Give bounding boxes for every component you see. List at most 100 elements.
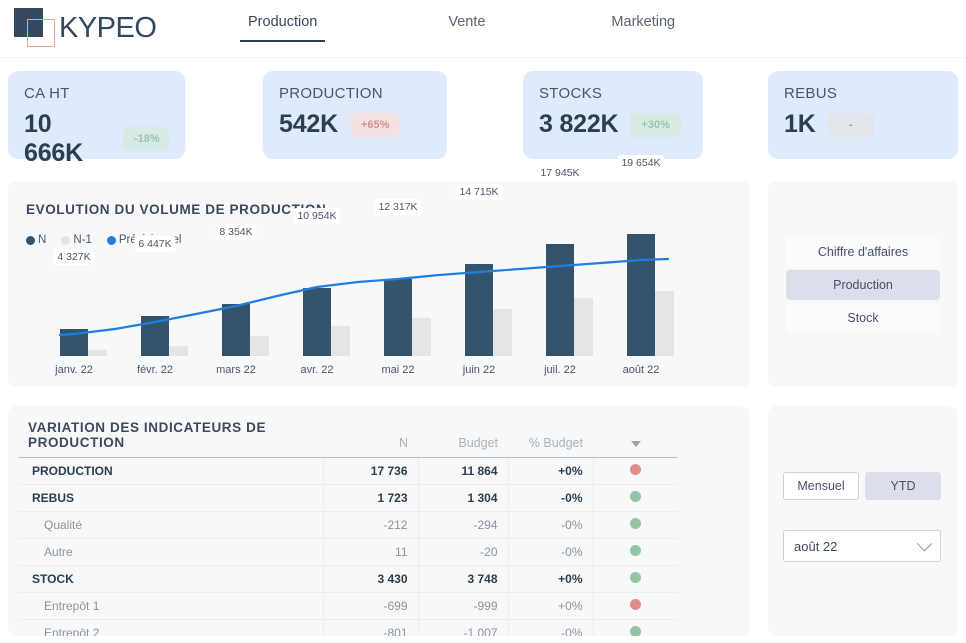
row-pct: -0% [507,538,593,566]
row-n: 11 [322,538,418,566]
chevron-down-icon [916,535,933,551]
nav-tab-production[interactable]: Production [240,14,326,42]
bar-value-label: 6 447K [134,236,176,252]
status-dot-green-icon [630,626,642,636]
period-filter-panel: Mensuel YTD août 22 [768,406,958,636]
column-header-n[interactable]: N [323,420,418,458]
row-pct: -0% [507,511,593,539]
row-budget: -20 [417,538,508,566]
x-axis-label: juil. 22 [544,364,576,376]
view-option-production[interactable]: Production [786,270,940,300]
row-pct: -0% [507,619,593,636]
table-row[interactable]: Autre 11 -20 -0% [18,538,678,566]
table-row[interactable]: Entrepôt 2 -801 -1 007 -0% [18,619,678,636]
kpi-value: 1K [784,110,816,138]
row-status [592,538,678,566]
row-status [592,619,678,636]
row-status [592,484,678,512]
status-dot-green-icon [630,518,642,529]
row-budget: 11 864 [417,457,508,485]
column-header-sort[interactable] [593,420,678,458]
period-mode-ytd[interactable]: YTD [865,472,941,500]
kpi-label: REBUS [784,85,838,102]
chart-plot-area: 4 327K 6 447K 8 354K 10 954K 12 317K 14 … [8,155,750,387]
x-axis-label: juin 22 [462,364,496,376]
view-selector-panel: Chiffre d'affaires Production Stock [768,181,958,387]
row-budget: -294 [417,511,508,539]
logo-outline-square [27,19,55,47]
indicator-variation-panel: VARIATION DES INDICATEURS DE PRODUCTION … [8,406,750,636]
main-nav: Production Vente Marketing [240,14,683,42]
row-name: Qualité [18,511,323,539]
period-mode-group: Mensuel YTD [783,472,941,500]
indicator-table: VARIATION DES INDICATEURS DE PRODUCTION … [18,420,678,636]
row-n: -212 [322,511,418,539]
row-status [592,592,678,620]
row-name: Entrepôt 1 [18,592,323,620]
status-dot-red-icon [630,464,642,475]
kpi-card-production[interactable]: PRODUCTION 542K +65% [263,71,447,159]
kpi-card-rebus[interactable]: REBUS 1K - [768,71,958,159]
app-header: KYPEO Production Vente Marketing [0,0,966,58]
table-title: VARIATION DES INDICATEURS DE PRODUCTION [18,420,323,458]
row-pct: +0% [507,565,593,593]
row-budget: -999 [417,592,508,620]
column-header-budget[interactable]: Budget [418,420,508,458]
view-option-chiffre-daffaires[interactable]: Chiffre d'affaires [786,237,940,267]
row-status [592,511,678,539]
kpi-card-ca-ht[interactable]: CA HT 10 666K -18% [8,71,185,167]
status-dot-green-icon [630,545,642,556]
kypeo-squares-logo-icon [14,6,58,50]
kpi-value: 10 666K [24,110,83,167]
table-row[interactable]: Qualité -212 -294 -0% [18,511,678,539]
row-name: Autre [18,538,323,566]
table-row[interactable]: Entrepôt 1 -699 -999 +0% [18,592,678,620]
x-axis-label: janv. 22 [55,364,93,376]
bar-value-label: 14 715K [455,184,503,200]
bar-value-label: 8 354K [215,224,257,240]
row-status [592,565,678,593]
brand-logo[interactable]: KYPEO [14,6,157,50]
bar-value-label: 12 317K [374,199,422,215]
row-status [592,457,678,485]
column-header-pct-budget[interactable]: % Budget [508,420,593,458]
x-axis-label: mai 22 [381,364,415,376]
status-dot-red-icon [630,599,642,610]
status-dot-green-icon [630,491,642,502]
table-row[interactable]: PRODUCTION 17 736 11 864 +0% [18,457,678,485]
row-n: -801 [322,619,418,636]
period-dropdown[interactable]: août 22 [783,530,941,562]
kpi-card-stocks[interactable]: STOCKS 3 822K +30% [523,71,703,159]
kpi-label: STOCKS [539,85,603,102]
row-pct: -0% [507,484,593,512]
table-row[interactable]: STOCK 3 430 3 748 +0% [18,565,678,593]
kpi-delta-badge: +30% [630,112,681,137]
row-n: 17 736 [322,457,418,485]
view-option-stock[interactable]: Stock [786,303,940,333]
bar-value-label: 19 654K [617,155,665,171]
period-mode-mensuel[interactable]: Mensuel [783,472,859,500]
row-n: 1 723 [322,484,418,512]
brand-name: KYPEO [59,11,157,44]
period-dropdown-value: août 22 [794,538,838,554]
caret-down-icon [630,441,641,447]
row-budget: 3 748 [417,565,508,593]
nav-tab-vente[interactable]: Vente [440,14,493,42]
production-volume-chart-panel: EVOLUTION DU VOLUME DE PRODUCTION N N-1 … [8,155,750,387]
row-name: REBUS [18,484,323,512]
kpi-label: CA HT [24,85,70,102]
x-axis-label: août 22 [622,364,660,376]
row-n: -699 [322,592,418,620]
kpi-value: 542K [279,110,338,138]
row-pct: +0% [507,457,593,485]
row-pct: +0% [507,592,593,620]
bar-value-label: 4 327K [53,249,95,265]
x-axis-label: févr. 22 [136,364,174,376]
kpi-delta-badge: - [827,112,874,137]
table-row[interactable]: REBUS 1 723 1 304 -0% [18,484,678,512]
x-axis-label: avr. 22 [300,364,334,376]
kpi-delta-badge: +65% [349,112,401,137]
nav-tab-marketing[interactable]: Marketing [603,14,683,42]
status-dot-green-icon [630,572,642,583]
x-axis-label: mars 22 [216,364,256,376]
